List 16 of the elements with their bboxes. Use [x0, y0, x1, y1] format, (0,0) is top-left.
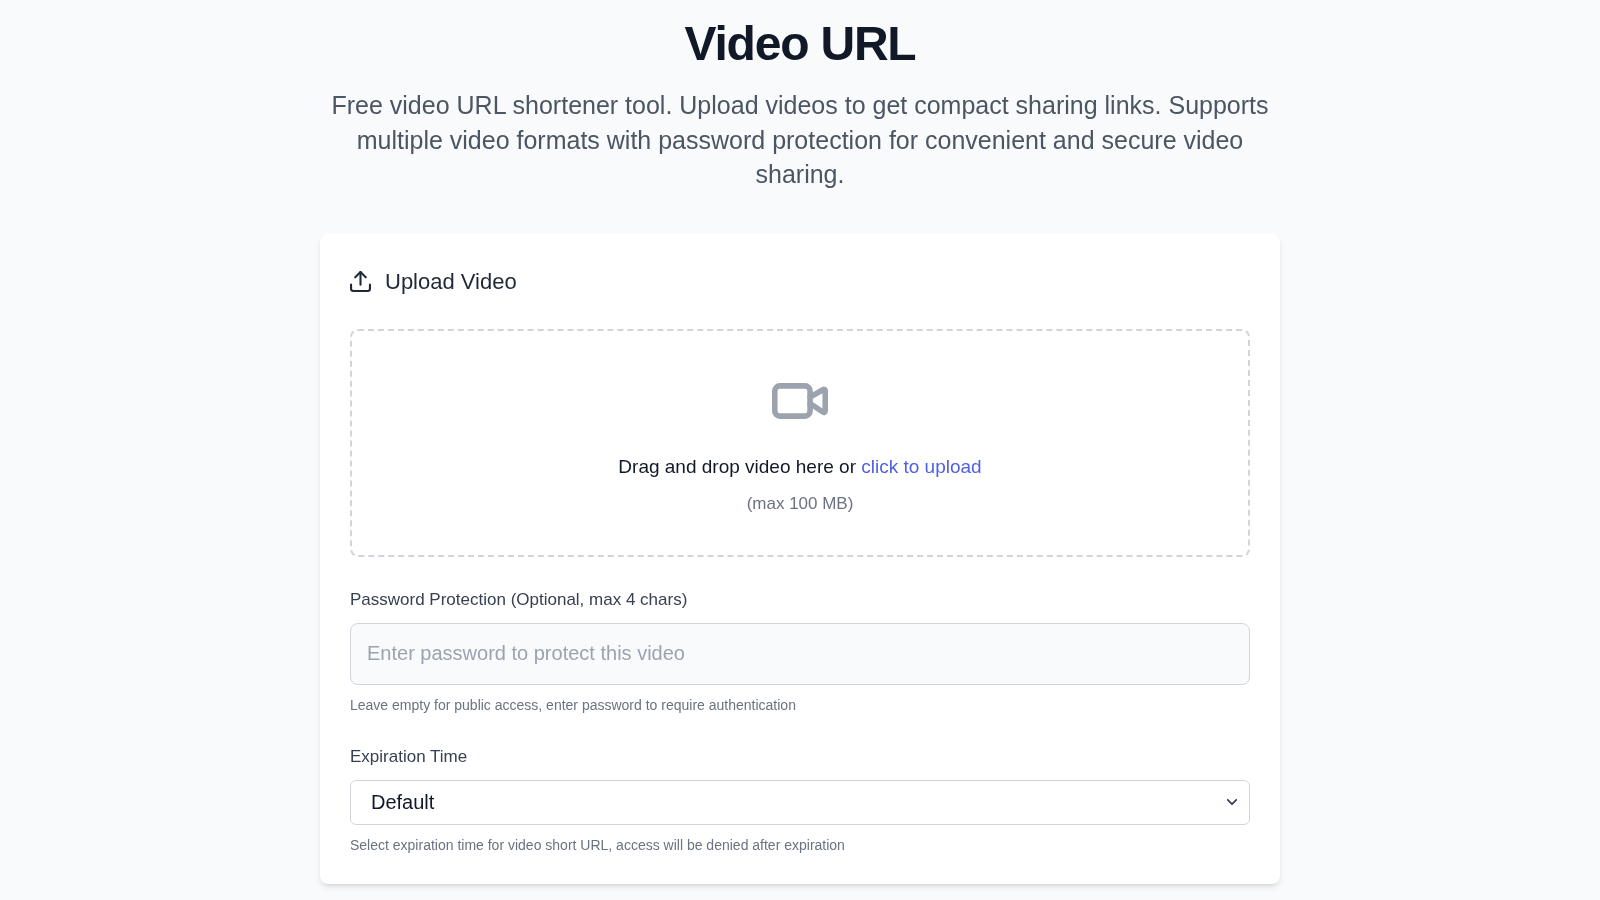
upload-link[interactable]: click to upload — [861, 455, 982, 477]
page-title: Video URL — [683, 20, 917, 68]
expiration-select[interactable]: Default — [350, 779, 1250, 825]
dropzone-prompt: Drag and drop video here or click to upload — [618, 454, 982, 479]
size-limit: (max 100 MB) — [746, 492, 854, 515]
card-title: Upload Video — [385, 267, 517, 296]
page-description: Free video URL shortener tool. Upload videos to get compact sharing links. Supports multiple video formats with password protection for convenient and secure video sharing. — [330, 90, 1270, 190]
upload-icon — [350, 270, 371, 292]
field-label: Password Protection (Optional, max 4 chars) — [350, 588, 689, 611]
chevron-down-icon — [1227, 799, 1237, 805]
dropzone[interactable]: Drag and drop video here or click to upload (max 100 MB) — [350, 328, 1250, 557]
field-hint: Select expiration time for video short URL, access will be denied after expiration — [350, 835, 846, 855]
field-label: Expiration Time — [350, 745, 469, 768]
video-camera-icon — [772, 382, 828, 419]
password-input[interactable]: Enter password to protect this video — [350, 622, 1250, 685]
field-hint: Leave empty for public access, enter password to require authentication — [350, 695, 797, 715]
